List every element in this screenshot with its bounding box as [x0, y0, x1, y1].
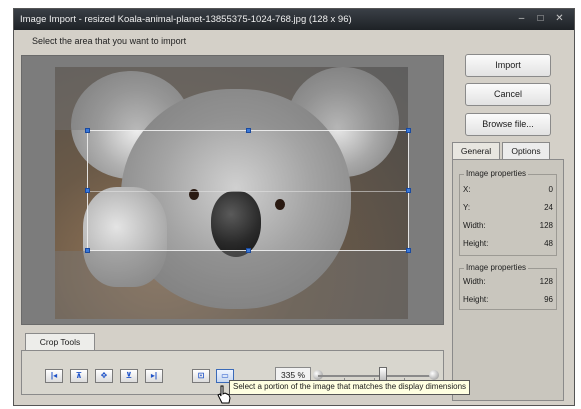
- y-label: Y:: [463, 203, 471, 212]
- minimize-button[interactable]: –: [513, 12, 530, 26]
- crop-handle-bottom[interactable]: [246, 248, 251, 253]
- unselected-area-top: [55, 67, 408, 130]
- import-button[interactable]: Import: [465, 54, 551, 77]
- tab-crop-tools[interactable]: Crop Tools: [25, 333, 95, 350]
- group-title: Image properties: [464, 169, 529, 178]
- close-button[interactable]: ✕: [551, 12, 568, 26]
- crop-handle-top-right[interactable]: [406, 128, 411, 133]
- height-row: Height: 48: [463, 239, 553, 251]
- crop-handle-top[interactable]: [246, 128, 251, 133]
- properties-panel: Image properties X: 0 Y: 24 Width: 128 H…: [452, 159, 564, 401]
- move-to-left-edge-icon[interactable]: |◂: [45, 369, 63, 383]
- tab-options[interactable]: Options: [502, 142, 550, 159]
- instruction-text: Select the area that you want to import: [32, 36, 187, 46]
- image-height-label: Height:: [463, 295, 489, 304]
- move-to-right-edge-icon[interactable]: ▸|: [145, 369, 163, 383]
- crop-guide-line: [88, 190, 408, 192]
- tooltip: Select a portion of the image that match…: [229, 380, 471, 395]
- image-import-window: Image Import - resized Koala-animal-plan…: [13, 8, 575, 406]
- x-value: 0: [548, 185, 553, 194]
- zoom-in-icon[interactable]: [429, 370, 439, 380]
- center-selection-icon[interactable]: ✥: [95, 369, 113, 383]
- y-value: 24: [544, 203, 553, 212]
- x-row: X: 0: [463, 185, 553, 197]
- maximize-button[interactable]: □: [532, 12, 549, 26]
- crop-handle-top-left[interactable]: [85, 128, 90, 133]
- unselected-area-bottom: [55, 251, 408, 319]
- x-label: X:: [463, 185, 471, 194]
- width-row: Width: 128: [463, 221, 553, 233]
- move-to-top-edge-icon[interactable]: ⊼: [70, 369, 88, 383]
- crop-handle-bottom-left[interactable]: [85, 248, 90, 253]
- y-row: Y: 24: [463, 203, 553, 215]
- height-label: Height:: [463, 239, 489, 248]
- zoom-slider-track[interactable]: [318, 375, 434, 377]
- image-width-row: Width: 128: [463, 277, 553, 289]
- title-bar[interactable]: Image Import - resized Koala-animal-plan…: [14, 9, 574, 30]
- crop-handle-bottom-right[interactable]: [406, 248, 411, 253]
- crop-handle-left[interactable]: [85, 188, 90, 193]
- select-all-icon[interactable]: ⊡: [192, 369, 210, 383]
- image-width-label: Width:: [463, 277, 486, 286]
- move-to-bottom-edge-icon[interactable]: ⊻: [120, 369, 138, 383]
- window-title: Image Import - resized Koala-animal-plan…: [20, 14, 352, 25]
- image-height-value: 96: [544, 295, 553, 304]
- group-title: Image properties: [464, 263, 529, 272]
- crop-selection[interactable]: [85, 128, 411, 253]
- browse-file-button[interactable]: Browse file...: [465, 113, 551, 136]
- hand-cursor-icon: [217, 385, 231, 404]
- tab-general[interactable]: General: [452, 142, 500, 159]
- properties-tabs: General Options: [452, 142, 564, 159]
- height-value: 48: [544, 239, 553, 248]
- width-value: 128: [539, 221, 553, 230]
- crop-handle-right[interactable]: [406, 188, 411, 193]
- image-height-row: Height: 96: [463, 295, 553, 307]
- image-width-value: 128: [539, 277, 553, 286]
- image-preview[interactable]: [21, 55, 444, 325]
- image-properties-group: Image properties Width: 128 Height: 96: [459, 263, 557, 310]
- crop-properties-group: Image properties X: 0 Y: 24 Width: 128 H…: [459, 169, 557, 256]
- cancel-button[interactable]: Cancel: [465, 83, 551, 106]
- width-label: Width:: [463, 221, 486, 230]
